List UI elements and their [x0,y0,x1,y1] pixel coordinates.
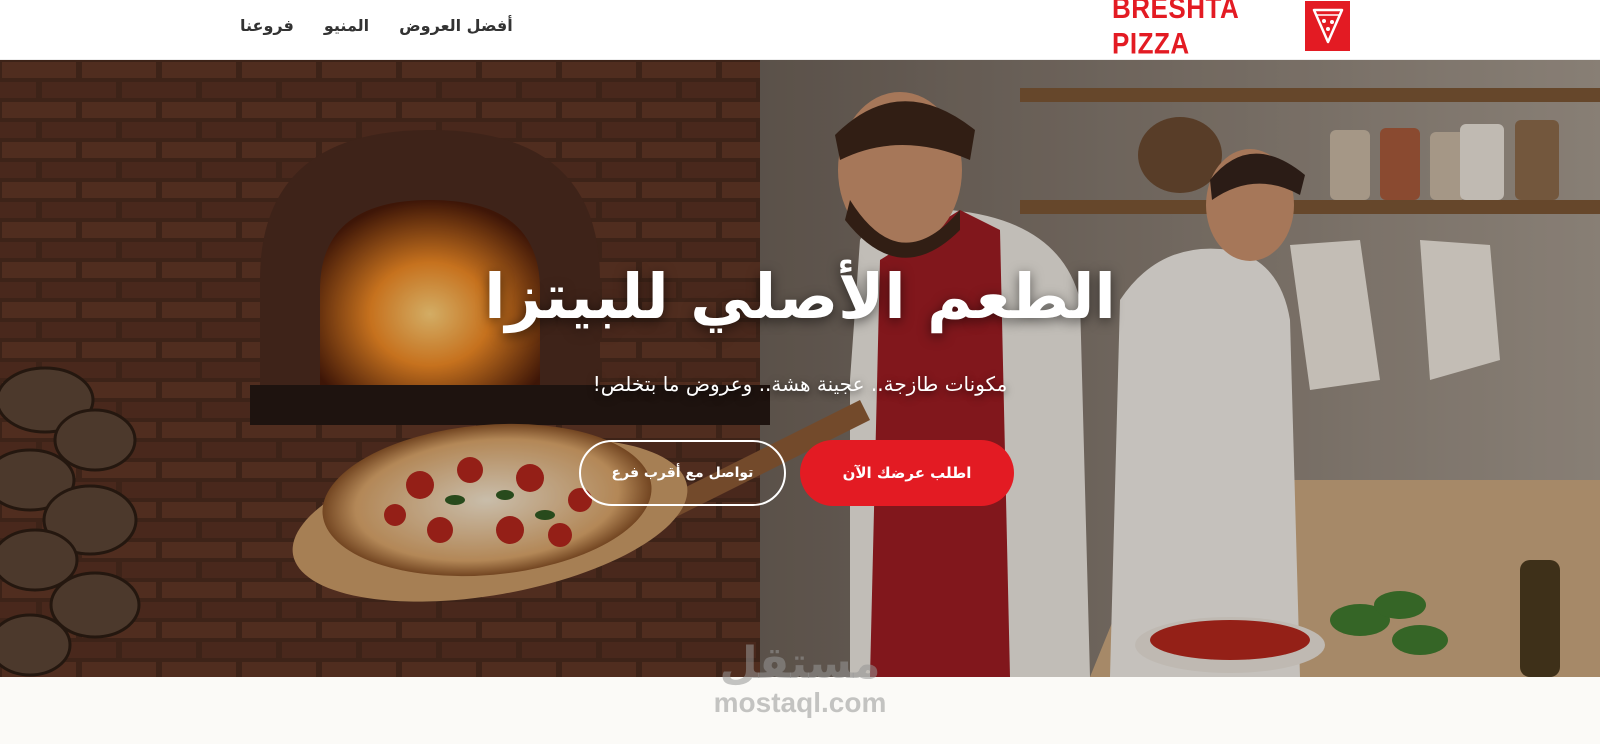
brand-logo[interactable]: BRESHTA PIZZA [1112,0,1350,61]
hero-title: الطعم الأصلي للبيتزا [484,260,1116,333]
watermark-latin: mostaql.com [713,687,887,718]
watermark-arabic: مستقل [719,638,881,689]
nav-link-best-offers[interactable]: أفضل العروض [399,14,513,38]
main-nav: أفضل العروض المنيو فروعنا [240,14,513,38]
contact-branch-button[interactable]: تواصل مع أقرب فرع [579,440,786,506]
nav-link-branches[interactable]: فروعنا [240,14,294,38]
nav-link-menu[interactable]: المنيو [324,14,369,38]
hero-section: الطعم الأصلي للبيتزا مكونات طازجة.. عجين… [0,60,1600,677]
site-header: أفضل العروض المنيو فروعنا BRESHTA PIZZA [0,0,1600,61]
pizza-slice-icon [1305,1,1350,51]
hero-dark-overlay [0,60,1600,677]
logo-wordmark: BRESHTA PIZZA [1112,0,1239,61]
hero-subtitle: مكونات طازجة.. عجينة هشة.. وعروض ما بتخل… [592,372,1008,396]
order-now-button[interactable]: اطلب عرضك الآن [800,440,1014,506]
mostaql-watermark: مستقل mostaql.com [680,640,920,730]
